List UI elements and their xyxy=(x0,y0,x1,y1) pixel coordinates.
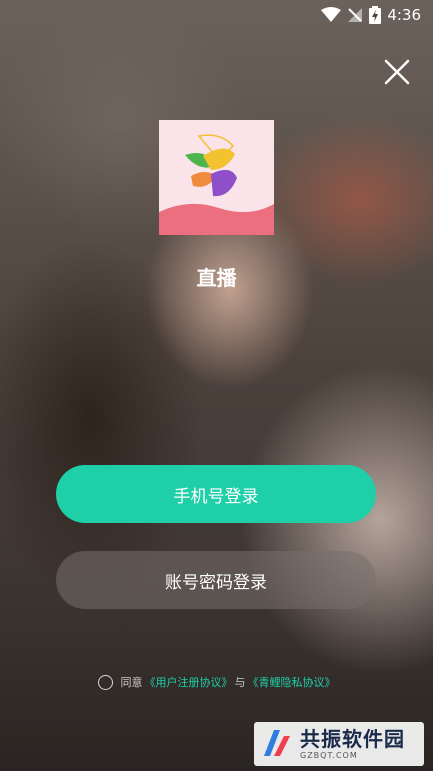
battery-charging-icon xyxy=(369,6,382,24)
watermark: 共振软件园 GZBQT.COM xyxy=(254,722,424,766)
phone-login-button[interactable]: 手机号登录 xyxy=(56,465,376,523)
background-photo xyxy=(0,0,433,771)
agreement-connector: 与 xyxy=(234,676,246,689)
phone-login-label: 手机号登录 xyxy=(173,486,259,507)
status-time: 4:36 xyxy=(387,6,421,24)
watermark-logo-icon xyxy=(264,730,290,756)
close-icon xyxy=(384,59,410,85)
app-name: 直播 xyxy=(196,266,237,290)
status-bar: 4:36 xyxy=(0,0,433,30)
user-agreement-link[interactable]: 《用户注册协议》 xyxy=(145,674,233,690)
account-password-login-button[interactable]: 账号密码登录 xyxy=(56,551,376,609)
wifi-icon xyxy=(321,7,342,23)
close-button[interactable] xyxy=(383,58,411,86)
agreement-prefix: 同意 xyxy=(120,676,143,689)
watermark-title: 共振软件园 xyxy=(300,726,405,751)
account-login-label: 账号密码登录 xyxy=(165,572,267,593)
app-logo-icon xyxy=(159,120,274,235)
agree-radio[interactable] xyxy=(97,674,113,690)
agreement-row: 同意 《用户注册协议》 与 《青鲤隐私协议》 xyxy=(0,674,433,690)
watermark-subtitle: GZBQT.COM xyxy=(300,750,358,760)
no-signal-icon xyxy=(347,7,363,23)
privacy-agreement-link[interactable]: 《青鲤隐私协议》 xyxy=(248,674,336,690)
